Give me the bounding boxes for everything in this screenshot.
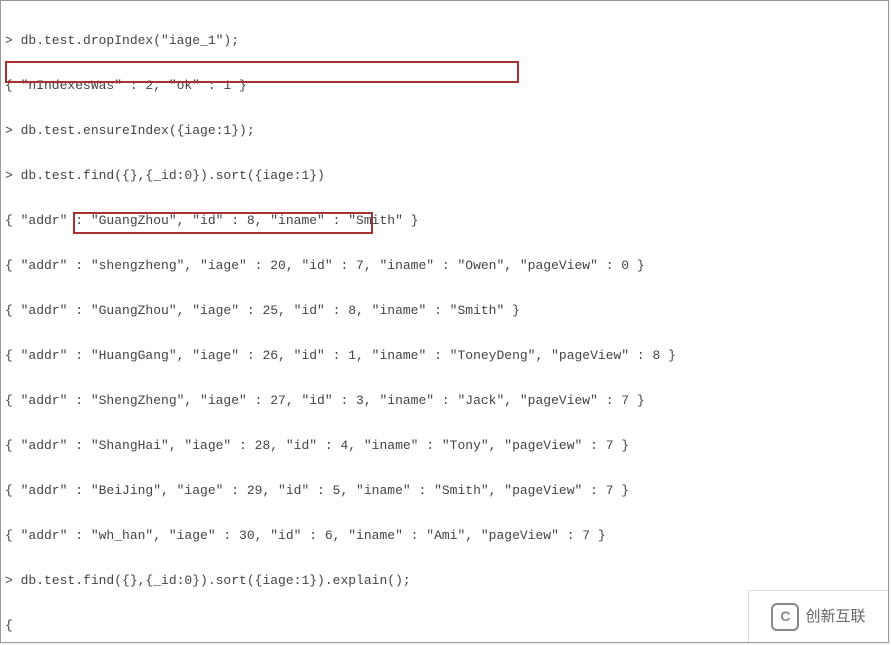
term-line: > db.test.find({},{_id:0}).sort({iage:1}… <box>5 573 884 588</box>
term-line: { "addr" : "GuangZhou", "id" : 8, "iname… <box>5 213 884 228</box>
term-line: { "addr" : "shengzheng", "iage" : 20, "i… <box>5 258 884 273</box>
term-line: { "addr" : "wh_han", "iage" : 30, "id" :… <box>5 528 884 543</box>
terminal-window: > db.test.dropIndex("iage_1"); { "nIndex… <box>0 0 889 643</box>
term-line: { "addr" : "ShengZheng", "iage" : 27, "i… <box>5 393 884 408</box>
term-line: { "addr" : "ShangHai", "iage" : 28, "id"… <box>5 438 884 453</box>
term-line: > db.test.find({},{_id:0}).sort({iage:1}… <box>5 168 884 183</box>
watermark-logo-icon: C <box>771 603 799 631</box>
term-line: > db.test.ensureIndex({iage:1}); <box>5 123 884 138</box>
terminal-output[interactable]: > db.test.dropIndex("iage_1"); { "nIndex… <box>1 1 888 643</box>
term-line: { "addr" : "GuangZhou", "iage" : 25, "id… <box>5 303 884 318</box>
watermark-text: 创新互联 <box>805 609 865 624</box>
term-line: { "nIndexesWas" : 2, "ok" : 1 } <box>5 78 884 93</box>
term-line: > db.test.dropIndex("iage_1"); <box>5 33 884 48</box>
term-line: { "addr" : "BeiJing", "iage" : 29, "id" … <box>5 483 884 498</box>
watermark: C 创新互联 <box>748 590 888 642</box>
term-line: { "addr" : "HuangGang", "iage" : 26, "id… <box>5 348 884 363</box>
